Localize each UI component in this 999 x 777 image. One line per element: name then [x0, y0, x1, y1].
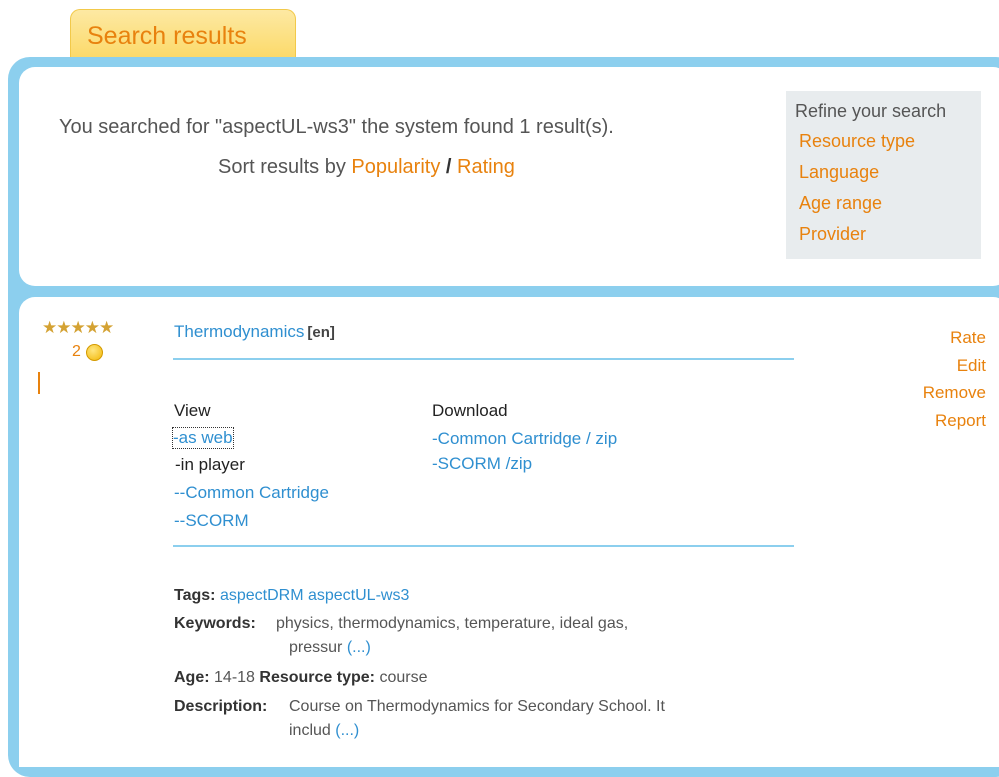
result-title-row: Thermodynamics [en] — [174, 322, 335, 342]
star-rating[interactable]: ★★★★★ — [42, 318, 114, 338]
description-more-row: includ (...) — [289, 722, 359, 740]
refine-provider-link[interactable]: Provider — [799, 224, 866, 245]
rate-link[interactable]: Rate — [923, 324, 986, 352]
description-text-cont: includ — [289, 722, 331, 739]
view-in-player-label: -in player — [175, 455, 245, 474]
sort-rating-link[interactable]: Rating — [457, 156, 515, 178]
result-panel — [19, 297, 999, 767]
sort-line: Sort results by Popularity / Rating — [218, 156, 515, 179]
keywords-label: Keywords: — [174, 615, 256, 632]
download-header: Download — [432, 401, 508, 420]
divider — [173, 358, 794, 360]
refine-language-link[interactable]: Language — [799, 162, 879, 183]
view-header: View — [174, 401, 211, 420]
text-cursor-mark — [38, 372, 40, 394]
star-icon: ★ — [42, 318, 57, 337]
edit-link[interactable]: Edit — [923, 352, 986, 380]
search-summary-text: You searched for "aspectUL-ws3" the syst… — [59, 116, 614, 138]
view-as-web-link[interactable]: -as web — [172, 427, 234, 449]
keywords-more-row: pressur (...) — [289, 639, 371, 657]
refine-search-box: Refine your search Resource type Languag… — [786, 91, 981, 259]
refine-title: Refine your search — [795, 101, 947, 121]
tag-link[interactable]: aspectDRM — [220, 587, 304, 604]
sort-popularity-link[interactable]: Popularity — [351, 156, 440, 178]
divider — [173, 545, 794, 547]
description-label: Description: — [174, 698, 268, 715]
rating-count: 2 — [72, 343, 81, 360]
star-icon: ★ — [84, 318, 100, 337]
download-scorm-zip-link[interactable]: -SCORM /zip — [432, 454, 532, 474]
remove-link[interactable]: Remove — [923, 379, 986, 407]
tag-link[interactable]: aspectUL-ws3 — [308, 587, 409, 604]
star-icon: ★ — [70, 318, 86, 337]
star-icon: ★ — [56, 318, 71, 337]
keywords-more-link[interactable]: (...) — [347, 639, 371, 656]
description-text: Course on Thermodynamics for Secondary S… — [289, 698, 665, 715]
resource-type-value: course — [379, 669, 428, 686]
keywords-text-cont: pressur — [289, 639, 343, 656]
smiley-icon — [86, 344, 103, 361]
download-common-cartridge-zip-link[interactable]: -Common Cartridge / zip — [432, 429, 617, 449]
sort-separator: / — [445, 156, 452, 178]
result-title-link[interactable]: Thermodynamics — [174, 322, 304, 341]
view-scorm-link[interactable]: --SCORM — [174, 511, 249, 531]
result-language: [en] — [307, 324, 335, 341]
sort-label: Sort results by — [218, 156, 346, 178]
keywords-text: physics, thermodynamics, temperature, id… — [276, 615, 629, 632]
age-value: 14-18 — [214, 669, 255, 686]
refine-age-range-link[interactable]: Age range — [799, 193, 882, 214]
age-label: Age: — [174, 669, 210, 686]
view-common-cartridge-link[interactable]: --Common Cartridge — [174, 483, 329, 503]
description-more-link[interactable]: (...) — [335, 722, 359, 739]
tags-row: Tags: aspectDRM aspectUL-ws3 — [174, 587, 409, 605]
star-icon: ★ — [99, 318, 114, 337]
report-link[interactable]: Report — [923, 407, 986, 435]
resource-type-label: Resource type: — [259, 669, 375, 686]
age-row: Age: 14-18 Resource type: course — [174, 669, 427, 687]
result-actions: Rate Edit Remove Report — [923, 324, 986, 434]
refine-resource-type-link[interactable]: Resource type — [799, 131, 915, 152]
tags-label: Tags: — [174, 587, 216, 604]
tab-label: Search results — [87, 22, 247, 50]
